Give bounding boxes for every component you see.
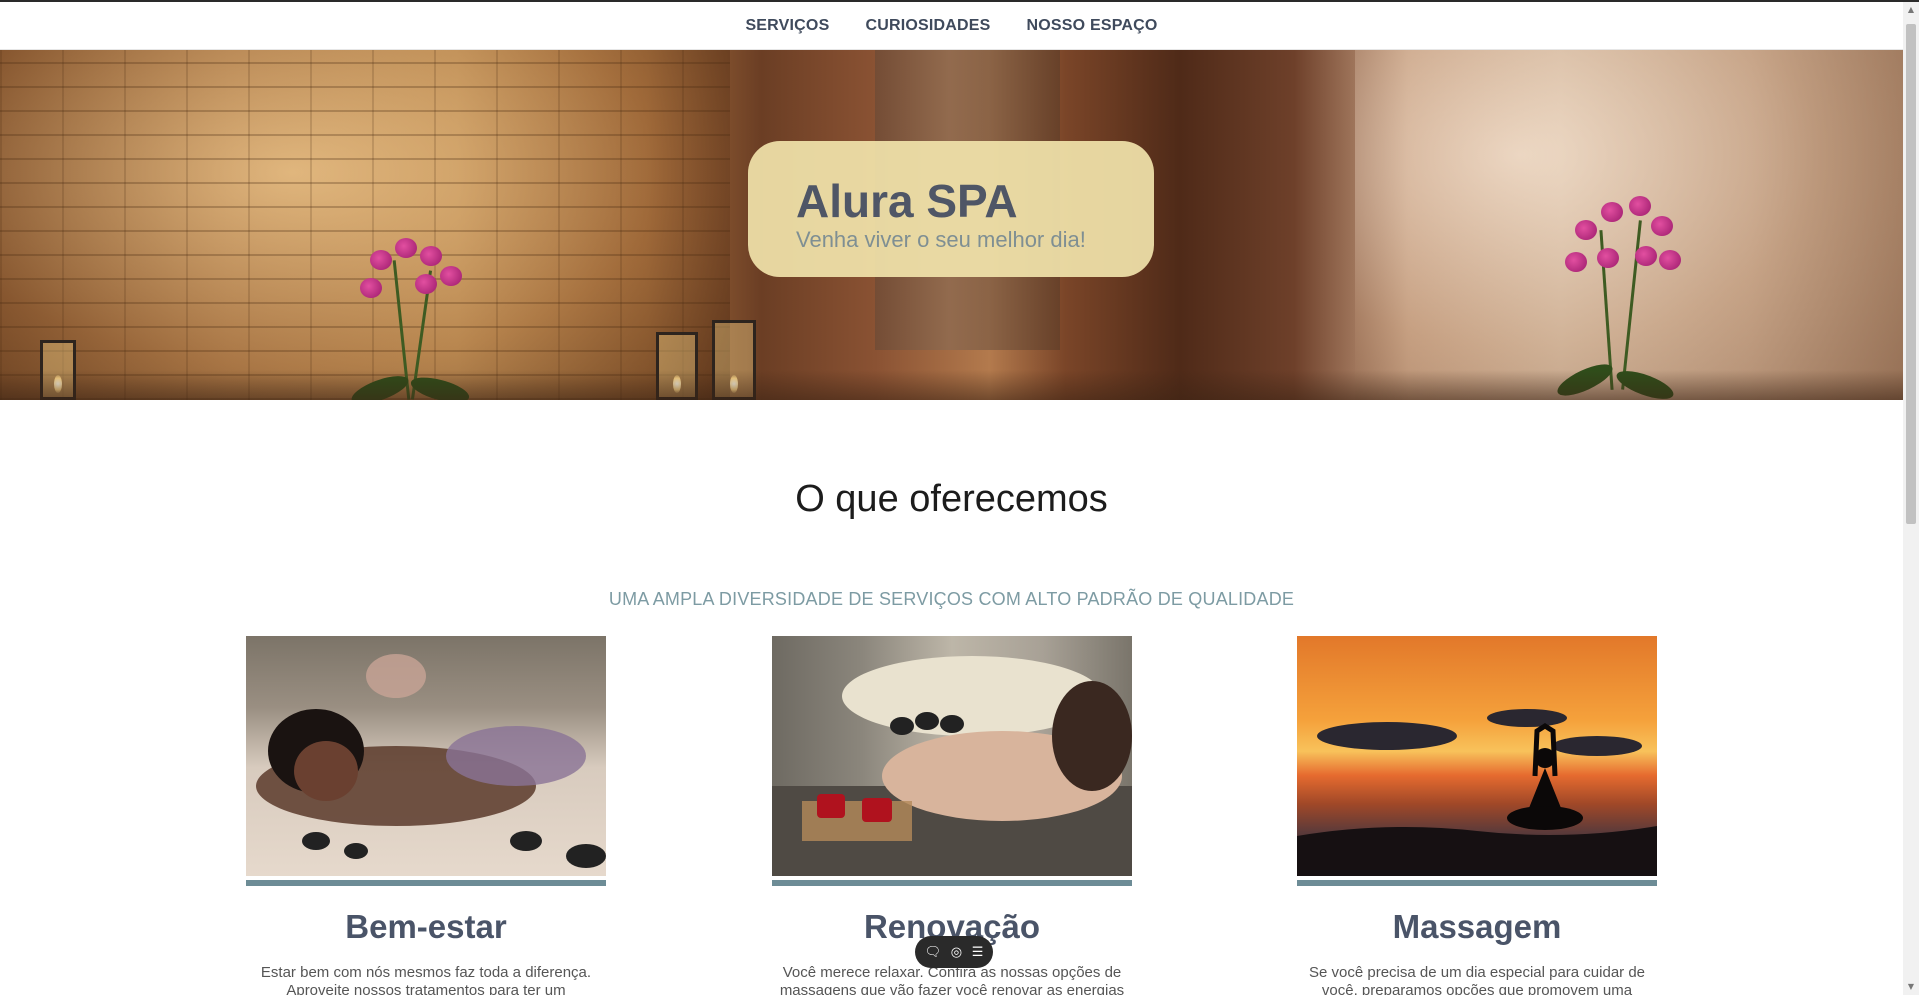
scroll-down-arrow-icon[interactable]: ▼ [1903, 979, 1919, 995]
scroll-up-arrow-icon[interactable]: ▲ [1903, 2, 1919, 18]
card-text: Se você precisa de um dia especial para … [1308, 964, 1646, 995]
service-card-massagem: Massagem Se você precisa de um dia espec… [1297, 636, 1657, 995]
main-nav: SERVIÇOS CURIOSIDADES NOSSO ESPAÇO [0, 2, 1903, 50]
hero-card: Alura SPA Venha viver o seu melhor dia! [748, 141, 1154, 277]
card-text: Estar bem com nós mesmos faz toda a dife… [260, 964, 592, 995]
service-card-bem-estar: Bem-estar Estar bem com nós mesmos faz t… [246, 636, 606, 995]
nav-link-nosso-espaco[interactable]: NOSSO ESPAÇO [1027, 17, 1158, 35]
scrollbar-thumb[interactable] [1906, 24, 1916, 524]
card-image-renewal [772, 636, 1132, 876]
renewal-photo-art [772, 656, 1132, 876]
hero-floor-shadow [0, 370, 1903, 400]
yoga-sunset-photo-art [1297, 709, 1657, 876]
page-viewport: SERVIÇOS CURIOSIDADES NOSSO ESPAÇO Alura… [0, 2, 1903, 995]
section-title: O que oferecemos [795, 478, 1108, 520]
eye-icon[interactable]: ◎ [951, 946, 962, 959]
card-title: Massagem [1392, 908, 1562, 945]
card-text: Você merece relaxar. Confira as nossas o… [779, 964, 1125, 995]
card-accent-bar [246, 880, 606, 886]
hero-subtitle: Venha viver o seu melhor dia! [796, 227, 1086, 252]
comment-icon[interactable]: 🗨 [925, 946, 942, 959]
card-accent-bar [772, 880, 1132, 886]
card-title: Bem-estar [345, 908, 507, 945]
nav-link-curiosidades[interactable]: CURIOSIDADES [865, 17, 990, 35]
vertical-scrollbar[interactable]: ▲ ▼ [1903, 2, 1919, 995]
card-image-wellness [246, 636, 606, 876]
orchid-right-image [1535, 190, 1685, 400]
wellness-photo-art [256, 654, 606, 868]
floating-toolbar: 🗨 ◎ ☰ [915, 936, 993, 968]
card-accent-bar [1297, 880, 1657, 886]
menu-icon[interactable]: ☰ [972, 946, 984, 959]
section-subtitle: UMA AMPLA DIVERSIDADE DE SERVIÇOS COM AL… [608, 589, 1295, 609]
hero-banner: Alura SPA Venha viver o seu melhor dia! [0, 50, 1903, 400]
nav-link-servicos[interactable]: SERVIÇOS [745, 17, 829, 35]
card-image-yoga-sunset [1297, 636, 1657, 876]
hero-title: Alura SPA [796, 175, 1018, 227]
